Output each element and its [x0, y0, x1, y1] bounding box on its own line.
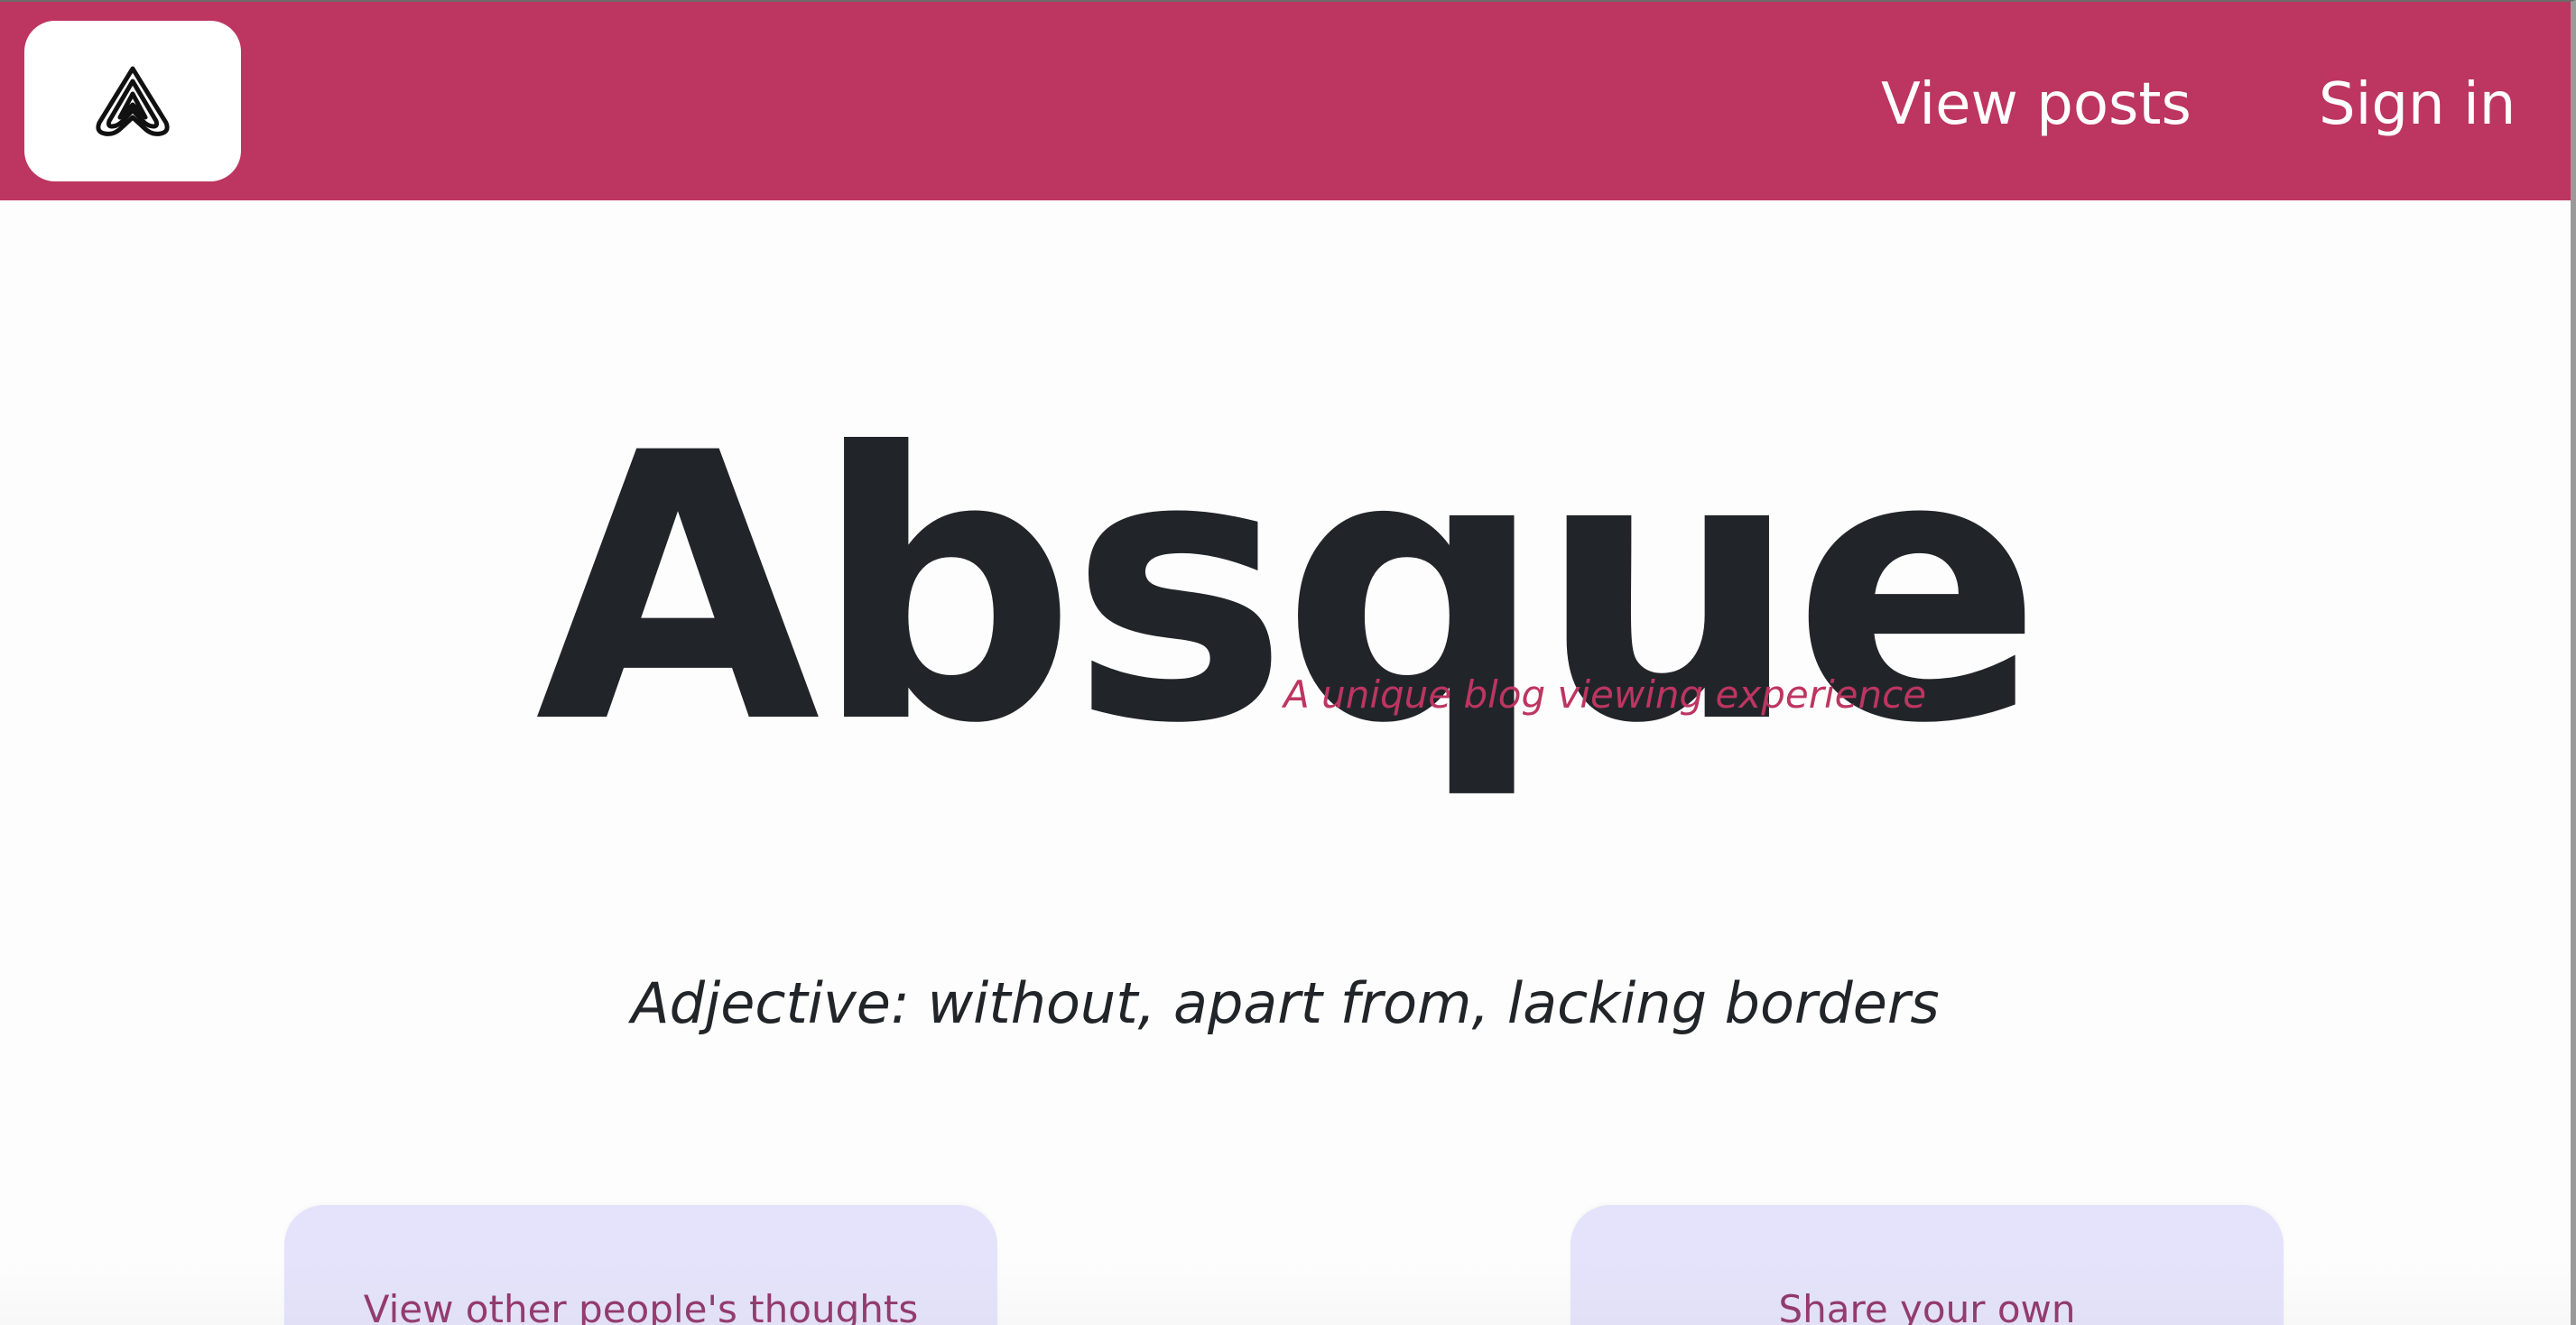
home-logo-button[interactable]: [24, 21, 241, 181]
share-own-card[interactable]: Share your own: [1571, 1205, 2284, 1325]
sign-in-link[interactable]: Sign in: [2319, 67, 2516, 143]
hero-subtitle: A unique blog viewing experience: [1283, 672, 1927, 717]
browser-viewport: View posts Sign in Absque A unique blog …: [0, 0, 2576, 1325]
hero-title: Absque: [535, 375, 2043, 804]
share-own-label: Share your own: [1778, 1287, 2076, 1325]
definition-text: Adjective: without, apart from, lacking …: [631, 970, 1940, 1036]
view-thoughts-card[interactable]: View other people's thoughts: [284, 1205, 997, 1325]
navbar: View posts Sign in: [0, 2, 2571, 200]
view-posts-link[interactable]: View posts: [1881, 67, 2191, 143]
view-thoughts-label: View other people's thoughts: [363, 1287, 919, 1325]
absque-logo-icon: [96, 66, 170, 136]
